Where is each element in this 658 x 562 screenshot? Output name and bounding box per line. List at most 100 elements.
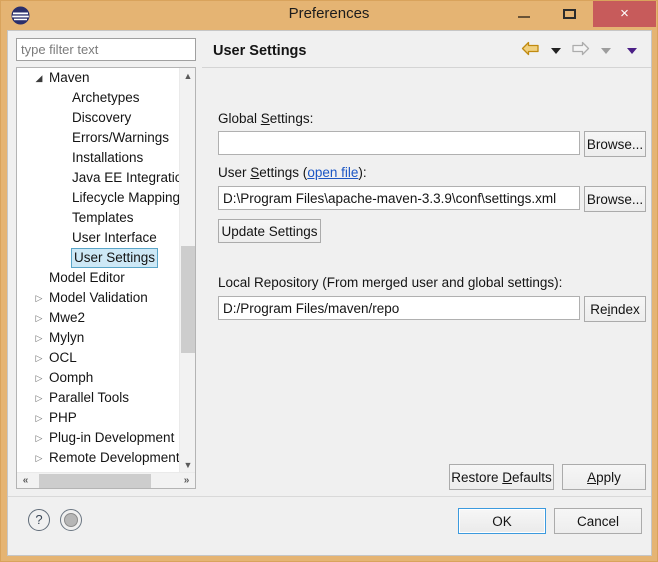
minimize-icon bbox=[518, 16, 530, 18]
forward-arrow-icon bbox=[571, 41, 590, 61]
tree-item-ocl[interactable]: ▷ OCL bbox=[17, 348, 179, 368]
apply-mnemonic: A bbox=[587, 469, 597, 485]
open-file-link[interactable]: open file bbox=[307, 165, 358, 180]
title-bar: Preferences × bbox=[1, 1, 657, 30]
tree-item-oomph[interactable]: ▷ Oomph bbox=[17, 368, 179, 388]
tree-item-installations[interactable]: Installations bbox=[17, 148, 179, 168]
tree-vertical-scrollbar[interactable]: ▲ ▼ bbox=[179, 68, 195, 474]
back-arrow-icon[interactable] bbox=[521, 41, 540, 61]
user-settings-input[interactable] bbox=[218, 186, 580, 210]
update-settings-button[interactable]: Update Settings bbox=[218, 219, 321, 243]
tree-item-lifecycle-mappings[interactable]: Lifecycle Mappings bbox=[17, 188, 179, 208]
tree-item-label: Templates bbox=[72, 210, 134, 225]
twisty-collapsed-icon[interactable]: ▷ bbox=[31, 428, 47, 448]
scroll-right-icon[interactable]: » bbox=[178, 473, 195, 488]
tree-item-label: Model Editor bbox=[49, 270, 125, 285]
global-settings-input[interactable] bbox=[218, 131, 580, 155]
tree-item-discovery[interactable]: Discovery bbox=[17, 108, 179, 128]
content-area: ◢Maven Archetypes Discovery Errors/Warnings… bbox=[8, 31, 651, 497]
tree-item-plug-in-development[interactable]: ▷ Plug-in Development bbox=[17, 428, 179, 448]
dialog-footer: ? OK Cancel bbox=[8, 496, 651, 555]
back-dropdown-icon[interactable] bbox=[550, 48, 561, 54]
tree-hscroll-thumb[interactable] bbox=[39, 474, 151, 488]
twisty-collapsed-icon[interactable]: ▷ bbox=[31, 368, 47, 388]
user-settings-label: User Settings (open file): bbox=[218, 165, 367, 180]
local-repository-input[interactable] bbox=[218, 296, 580, 320]
tree-item-label: Mwe2 bbox=[49, 310, 86, 325]
view-menu-icon[interactable] bbox=[627, 48, 637, 54]
tree-scroll-viewport: ◢ Maven Archetypes Discovery Errors/Warnings… bbox=[17, 68, 179, 474]
local-repository-label: Local Repository (From merged user and g… bbox=[218, 275, 563, 290]
circle-icon[interactable] bbox=[60, 509, 82, 531]
tree-horizontal-scrollbar[interactable]: « » bbox=[17, 472, 195, 488]
ok-button[interactable]: OK bbox=[458, 508, 546, 534]
maximize-icon bbox=[563, 9, 576, 19]
restore-defaults-pre: Restore bbox=[451, 469, 503, 485]
title-divider bbox=[202, 67, 651, 68]
global-settings-label-post: ettings: bbox=[269, 111, 314, 126]
tree-item-label: Lifecycle Mappings bbox=[72, 190, 179, 205]
reindex-button[interactable]: Reindex bbox=[584, 296, 646, 322]
user-settings-browse-button[interactable]: Browse... bbox=[584, 186, 646, 212]
restore-defaults-post: efaults bbox=[512, 469, 552, 485]
twisty-expanded-icon[interactable]: ◢ bbox=[31, 68, 47, 88]
tree-item-user-settings[interactable]: User Settings bbox=[17, 248, 179, 268]
tree-item-label: Errors/Warnings bbox=[72, 130, 170, 145]
close-icon: × bbox=[620, 5, 629, 22]
tree-item-label: Archetypes bbox=[72, 90, 140, 105]
tree-item-archetypes[interactable]: Archetypes bbox=[17, 88, 179, 108]
twisty-collapsed-icon[interactable]: ▷ bbox=[31, 348, 47, 368]
tree-item-model-validation[interactable]: ▷ Model Validation bbox=[17, 288, 179, 308]
restore-defaults-mnemonic: D bbox=[502, 469, 512, 485]
twisty-collapsed-icon[interactable]: ▷ bbox=[31, 328, 47, 348]
tree-item-templates[interactable]: Templates bbox=[17, 208, 179, 228]
global-settings-label: Global Settings: bbox=[218, 111, 313, 126]
tree-item-maven[interactable]: ◢ Maven bbox=[17, 68, 179, 88]
scroll-up-icon[interactable]: ▲ bbox=[180, 68, 195, 85]
scroll-left-icon[interactable]: « bbox=[17, 473, 34, 488]
twisty-collapsed-icon[interactable]: ▷ bbox=[31, 308, 47, 328]
tree-item-label: Installations bbox=[72, 150, 144, 165]
help-icon[interactable]: ? bbox=[28, 509, 50, 531]
tree-item-label: User Settings bbox=[71, 248, 159, 268]
twisty-collapsed-icon[interactable]: ▷ bbox=[31, 448, 47, 468]
filter-input[interactable] bbox=[16, 38, 196, 61]
apply-post: pply bbox=[596, 469, 621, 485]
tree-item-label: OCL bbox=[49, 350, 77, 365]
global-settings-label-pre: Global bbox=[218, 111, 261, 126]
tree-item-parallel-tools[interactable]: ▷ Parallel Tools bbox=[17, 388, 179, 408]
apply-button[interactable]: Apply bbox=[562, 464, 646, 490]
twisty-collapsed-icon[interactable]: ▷ bbox=[31, 288, 47, 308]
tree-item-remote-development[interactable]: ▷ Remote Development bbox=[17, 448, 179, 468]
preferences-window: Preferences × ◢Maven Archetypes Discovery E… bbox=[0, 0, 658, 562]
global-settings-label-mnemonic: S bbox=[260, 111, 270, 126]
user-settings-label-mid: ettings ( bbox=[259, 165, 308, 180]
tree-item-user-interface[interactable]: User Interface bbox=[17, 228, 179, 248]
restore-defaults-button[interactable]: Restore Defaults bbox=[449, 464, 554, 490]
tree-item-label: Maven bbox=[49, 70, 90, 85]
settings-page: User Settings Global Settings: Browse...… bbox=[202, 31, 651, 497]
preferences-tree[interactable]: ◢ Maven Archetypes Discovery Errors/Warnings… bbox=[16, 67, 196, 489]
tree-item-php[interactable]: ▷ PHP bbox=[17, 408, 179, 428]
twisty-collapsed-icon[interactable]: ▷ bbox=[31, 408, 47, 428]
cancel-button[interactable]: Cancel bbox=[554, 508, 642, 534]
maximize-button[interactable] bbox=[547, 1, 593, 27]
tree-item-label: PHP bbox=[49, 410, 77, 425]
minimize-button[interactable] bbox=[501, 1, 547, 27]
tree-item-label: Oomph bbox=[49, 370, 94, 385]
tree-item-label: Parallel Tools bbox=[49, 390, 130, 405]
global-settings-browse-button[interactable]: Browse... bbox=[584, 131, 646, 157]
tree-item-java-ee-integration[interactable]: Java EE Integration bbox=[17, 168, 179, 188]
tree-vscroll-thumb[interactable] bbox=[181, 246, 195, 353]
user-settings-label-post: ): bbox=[358, 165, 367, 180]
tree-item-mwe2[interactable]: ▷ Mwe2 bbox=[17, 308, 179, 328]
twisty-collapsed-icon[interactable]: ▷ bbox=[31, 388, 47, 408]
page-navigation bbox=[521, 41, 643, 61]
close-button[interactable]: × bbox=[593, 1, 656, 27]
tree-item-model-editor[interactable]: Model Editor bbox=[17, 268, 179, 288]
tree-item-errors-warnings[interactable]: Errors/Warnings bbox=[17, 128, 179, 148]
tree-item-label: Plug-in Development bbox=[49, 430, 175, 445]
tree-item-mylyn[interactable]: ▷ Mylyn bbox=[17, 328, 179, 348]
reindex-label-pre: Re bbox=[590, 301, 608, 317]
tree-item-label: User Interface bbox=[72, 230, 157, 245]
